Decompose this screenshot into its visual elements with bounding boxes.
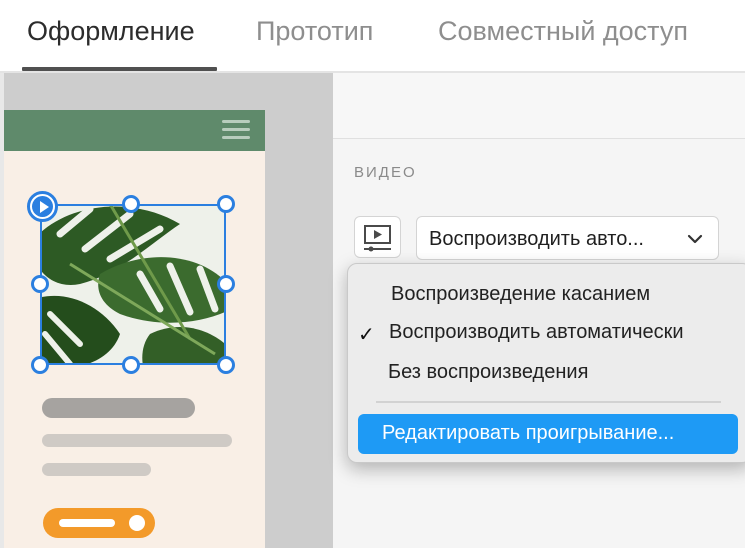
panel-top-area (333, 73, 745, 138)
section-label-video: ВИДЕО (354, 164, 417, 181)
playback-dropdown-menu: Воспроизведение касанием ✓ Воспроизводит… (347, 263, 745, 463)
play-icon[interactable] (27, 191, 58, 222)
menu-item-edit-playback[interactable]: Редактировать проигрывание... (358, 414, 738, 454)
placeholder-title[interactable] (42, 398, 195, 418)
resize-handle-top-right[interactable] (217, 195, 235, 213)
placeholder-button[interactable] (43, 508, 155, 538)
monstera-leaf-image (40, 204, 226, 365)
panel-divider (333, 138, 745, 139)
playback-mode-select[interactable]: Воспроизводить авто... (416, 216, 719, 260)
placeholder-text-line[interactable] (42, 434, 232, 447)
video-player-icon (364, 225, 391, 252)
artboard-header[interactable] (4, 110, 265, 151)
playback-mode-value: Воспроизводить авто... (429, 228, 644, 250)
button-label-bar (59, 519, 115, 527)
top-tabs: Оформление Прототип Совместный доступ (0, 0, 745, 72)
menu-item-autoplay[interactable]: Воспроизводить автоматически (389, 321, 684, 344)
tab-share[interactable]: Совместный доступ (438, 16, 688, 47)
menu-item-edit-playback-label: Редактировать проигрывание... (382, 422, 675, 444)
placeholder-text-line[interactable] (42, 463, 151, 476)
button-dot (129, 515, 145, 531)
checkmark-icon: ✓ (358, 324, 375, 346)
video-player-icon-button[interactable] (354, 216, 401, 258)
resize-handle-bottom[interactable] (122, 356, 140, 374)
menu-item-no-playback[interactable]: Без воспроизведения (388, 361, 588, 384)
tab-prototype[interactable]: Прототип (256, 16, 373, 47)
resize-handle-left[interactable] (31, 275, 49, 293)
menu-divider (376, 401, 721, 403)
hamburger-icon (222, 120, 250, 140)
resize-handle-top[interactable] (122, 195, 140, 213)
tab-design[interactable]: Оформление (27, 16, 195, 47)
resize-handle-right[interactable] (217, 275, 235, 293)
resize-handle-bottom-left[interactable] (31, 356, 49, 374)
video-thumbnail[interactable] (40, 204, 226, 365)
menu-item-play-on-tap[interactable]: Воспроизведение касанием (391, 283, 650, 306)
chevron-down-icon (687, 234, 703, 244)
resize-handle-bottom-right[interactable] (217, 356, 235, 374)
